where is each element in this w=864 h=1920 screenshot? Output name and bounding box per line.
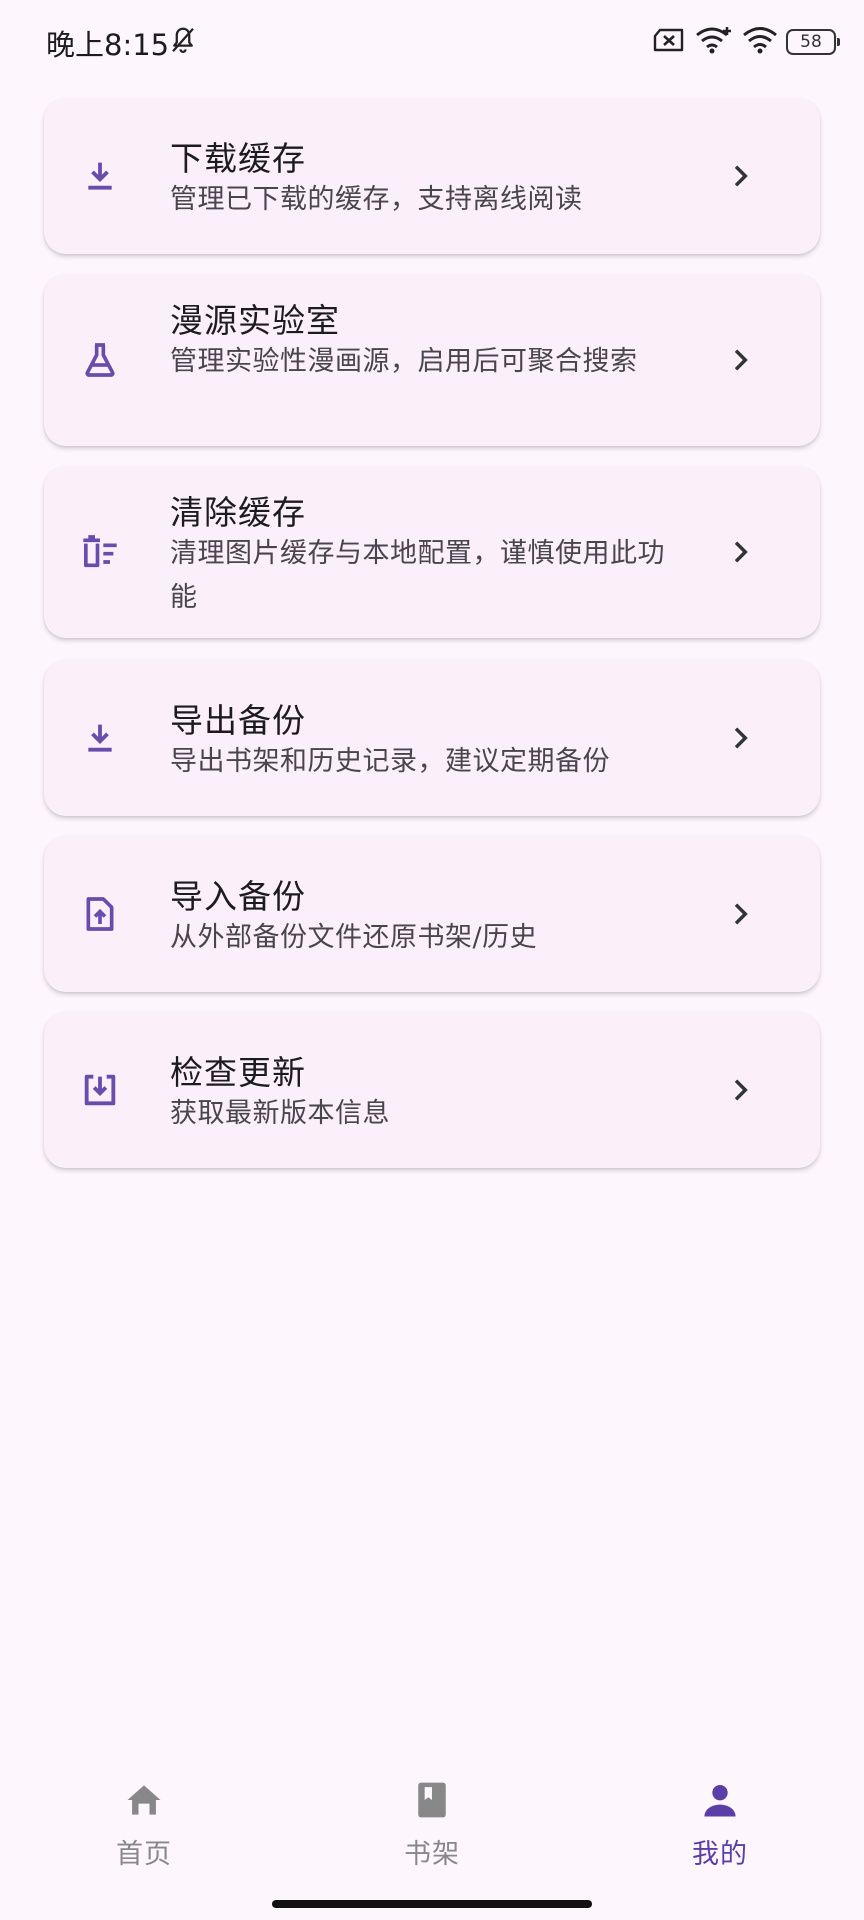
nav-tab-label: 书架: [404, 1839, 460, 1870]
system-update-icon: [80, 1070, 120, 1110]
chevron-right-icon: [724, 1074, 756, 1106]
wifi-plus-icon: [694, 25, 734, 59]
menu-item-title: 下载缓存: [170, 139, 306, 178]
menu-item-title: 导入备份: [170, 877, 306, 916]
bell-off-icon: [168, 24, 198, 56]
wifi-icon: [742, 25, 778, 59]
file-upload-icon: [80, 894, 120, 934]
flask-icon: [80, 340, 120, 380]
menu-item-clear-cache[interactable]: 清除缓存 清理图片缓存与本地配置，谨慎使用此功能: [44, 466, 820, 638]
download-icon: [80, 156, 120, 196]
menu-item-title: 导出备份: [170, 701, 306, 740]
menu-item-description: 清理图片缓存与本地配置，谨慎使用此功能: [170, 538, 665, 613]
chevron-right-icon: [724, 160, 756, 192]
menu-item-check-update[interactable]: 检查更新 获取最新版本信息: [44, 1012, 820, 1168]
chevron-right-icon: [724, 722, 756, 754]
status-time: 晚上8:15: [46, 28, 170, 62]
menu-item-download-cache[interactable]: 下载缓存 管理已下载的缓存，支持离线阅读: [44, 98, 820, 254]
status-bar: 晚上8:15 58: [0, 0, 864, 84]
sim-off-icon: [652, 27, 686, 57]
menu-item-title: 检查更新: [170, 1053, 306, 1092]
menu-item-import-backup[interactable]: 导入备份 从外部备份文件还原书架/历史: [44, 836, 820, 992]
delete-sweep-icon: [80, 532, 120, 572]
chevron-right-icon: [724, 536, 756, 568]
menu-item-description: 从外部备份文件还原书架/历史: [170, 922, 538, 953]
menu-item-title: 清除缓存: [170, 493, 306, 532]
chevron-right-icon: [724, 898, 756, 930]
nav-tab-label: 我的: [692, 1839, 748, 1870]
home-icon: [44, 1778, 244, 1822]
person-icon: [620, 1778, 820, 1822]
menu-item-description: 管理已下载的缓存，支持离线阅读: [170, 184, 583, 215]
gesture-bar[interactable]: [272, 1900, 592, 1908]
book-icon: [332, 1778, 532, 1822]
menu-item-title: 漫源实验室: [170, 301, 340, 340]
menu-item-export-backup[interactable]: 导出备份 导出书架和历史记录，建议定期备份: [44, 660, 820, 816]
menu-item-description: 管理实验性漫画源，启用后可聚合搜索: [170, 346, 638, 377]
nav-tab-bookshelf[interactable]: 书架: [332, 1778, 532, 1871]
menu-item-description: 获取最新版本信息: [170, 1098, 390, 1129]
chevron-right-icon: [724, 344, 756, 376]
bottom-navigation: 首页 书架 我的: [0, 1760, 864, 1880]
status-icons: 58: [652, 22, 840, 62]
battery-indicator: 58: [786, 29, 840, 55]
download-icon: [80, 718, 120, 758]
nav-tab-home[interactable]: 首页: [44, 1778, 244, 1871]
nav-tab-label: 首页: [116, 1839, 172, 1870]
menu-item-source-lab[interactable]: 漫源实验室 管理实验性漫画源，启用后可聚合搜索: [44, 274, 820, 446]
menu-item-description: 导出书架和历史记录，建议定期备份: [170, 746, 610, 777]
nav-tab-me[interactable]: 我的: [620, 1778, 820, 1871]
